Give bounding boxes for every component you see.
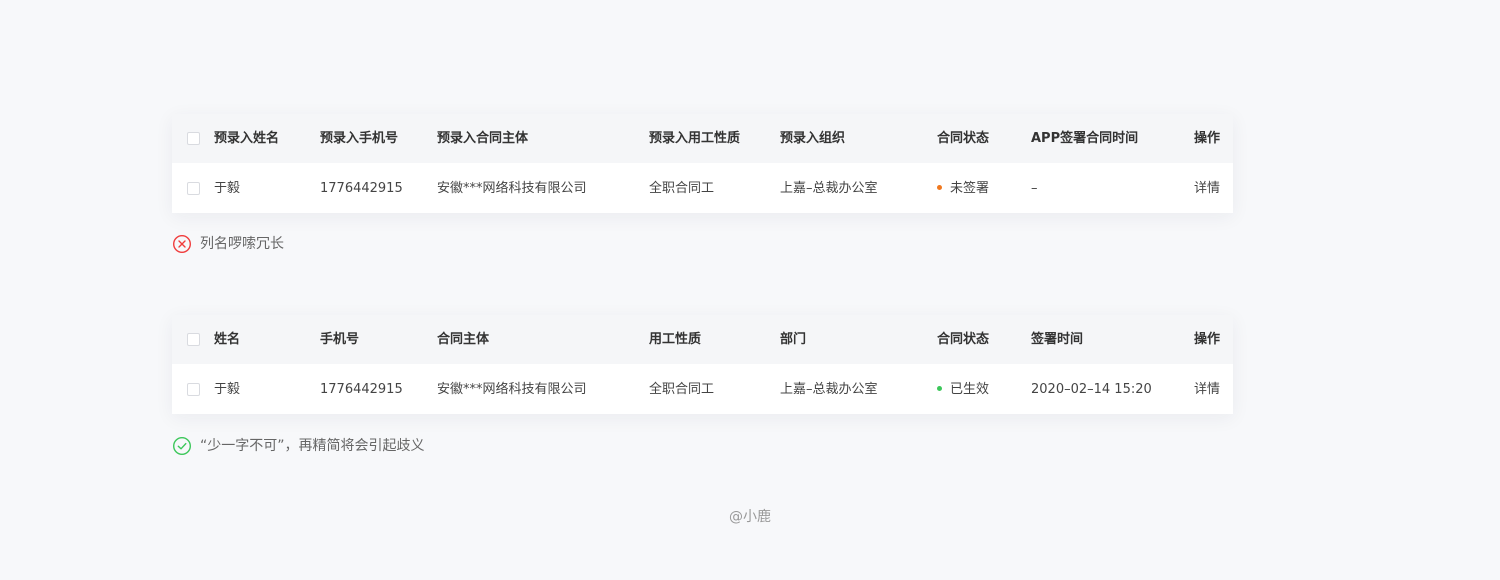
details-link[interactable]: 详情: [1194, 164, 1220, 213]
cell-org: 上嘉–总裁办公室: [780, 181, 878, 196]
cell-phone: 1776442915: [320, 382, 403, 397]
cell-entity: 安徽***网络科技有限公司: [437, 181, 587, 196]
cell-employment-type: 全职合同工: [649, 382, 715, 397]
column-header-phone: 预录入手机号: [320, 131, 399, 146]
row-checkbox[interactable]: [187, 182, 200, 195]
column-header-action: 操作: [1194, 332, 1221, 347]
error-circle-icon: [172, 234, 192, 254]
status-dot-active: [937, 386, 942, 391]
column-header-entity: 合同主体: [437, 332, 490, 347]
column-header-status: 合同状态: [937, 131, 990, 146]
column-header-employment-type: 用工性质: [649, 332, 702, 347]
bad-example-note-text: 列名啰嗦冗长: [200, 236, 284, 252]
column-header-sign-time: APP签署合同时间: [1031, 131, 1139, 146]
column-header-department: 部门: [780, 332, 807, 347]
success-circle-icon: [172, 436, 192, 456]
table-row: 于毅 1776442915 安徽***网络科技有限公司 全职合同工 上嘉–总裁办…: [172, 365, 1233, 414]
row-checkbox[interactable]: [187, 383, 200, 396]
column-header-name: 姓名: [214, 332, 241, 347]
select-all-checkbox[interactable]: [187, 132, 200, 145]
status-label: 已生效: [950, 382, 990, 397]
column-header-status: 合同状态: [937, 332, 990, 347]
cell-department: 上嘉–总裁办公室: [780, 382, 878, 397]
column-header-phone: 手机号: [320, 332, 360, 347]
column-header-entity: 预录入合同主体: [437, 131, 529, 146]
table-row: 于毅 1776442915 安徽***网络科技有限公司 全职合同工 上嘉–总裁办…: [172, 164, 1233, 213]
table-header-row: 姓名 手机号 合同主体 用工性质 部门 合同状态 签署时间 操作: [172, 315, 1233, 364]
bad-example-table: 预录入姓名 预录入手机号 预录入合同主体 预录入用工性质 预录入组织 合同状态 …: [172, 114, 1233, 213]
column-header-employment-type: 预录入用工性质: [649, 131, 741, 146]
cell-entity: 安徽***网络科技有限公司: [437, 382, 587, 397]
column-header-org: 预录入组织: [780, 131, 846, 146]
cell-sign-time: 2020–02–14 15:20: [1031, 382, 1152, 397]
column-header-action: 操作: [1194, 131, 1221, 146]
cell-sign-time: –: [1031, 181, 1038, 196]
select-all-checkbox[interactable]: [187, 333, 200, 346]
good-example-note: “少一字不可”，再精简将会引起歧义: [172, 436, 425, 456]
cell-employment-type: 全职合同工: [649, 181, 715, 196]
author-credit: @小鹿: [729, 509, 771, 525]
column-header-sign-time: 签署时间: [1031, 332, 1084, 347]
status-dot-pending: [937, 185, 942, 190]
status-label: 未签署: [950, 181, 990, 196]
cell-name: 于毅: [214, 181, 241, 196]
column-header-name: 预录入姓名: [214, 131, 280, 146]
cell-status: 未签署: [937, 164, 989, 213]
cell-status: 已生效: [937, 365, 989, 414]
cell-phone: 1776442915: [320, 181, 403, 196]
cell-name: 于毅: [214, 382, 241, 397]
table-header-row: 预录入姓名 预录入手机号 预录入合同主体 预录入用工性质 预录入组织 合同状态 …: [172, 114, 1233, 163]
good-example-note-text: “少一字不可”，再精简将会引起歧义: [200, 438, 425, 454]
details-link[interactable]: 详情: [1194, 365, 1220, 414]
good-example-table: 姓名 手机号 合同主体 用工性质 部门 合同状态 签署时间 操作 于毅 1776…: [172, 315, 1233, 414]
bad-example-note: 列名啰嗦冗长: [172, 234, 284, 254]
